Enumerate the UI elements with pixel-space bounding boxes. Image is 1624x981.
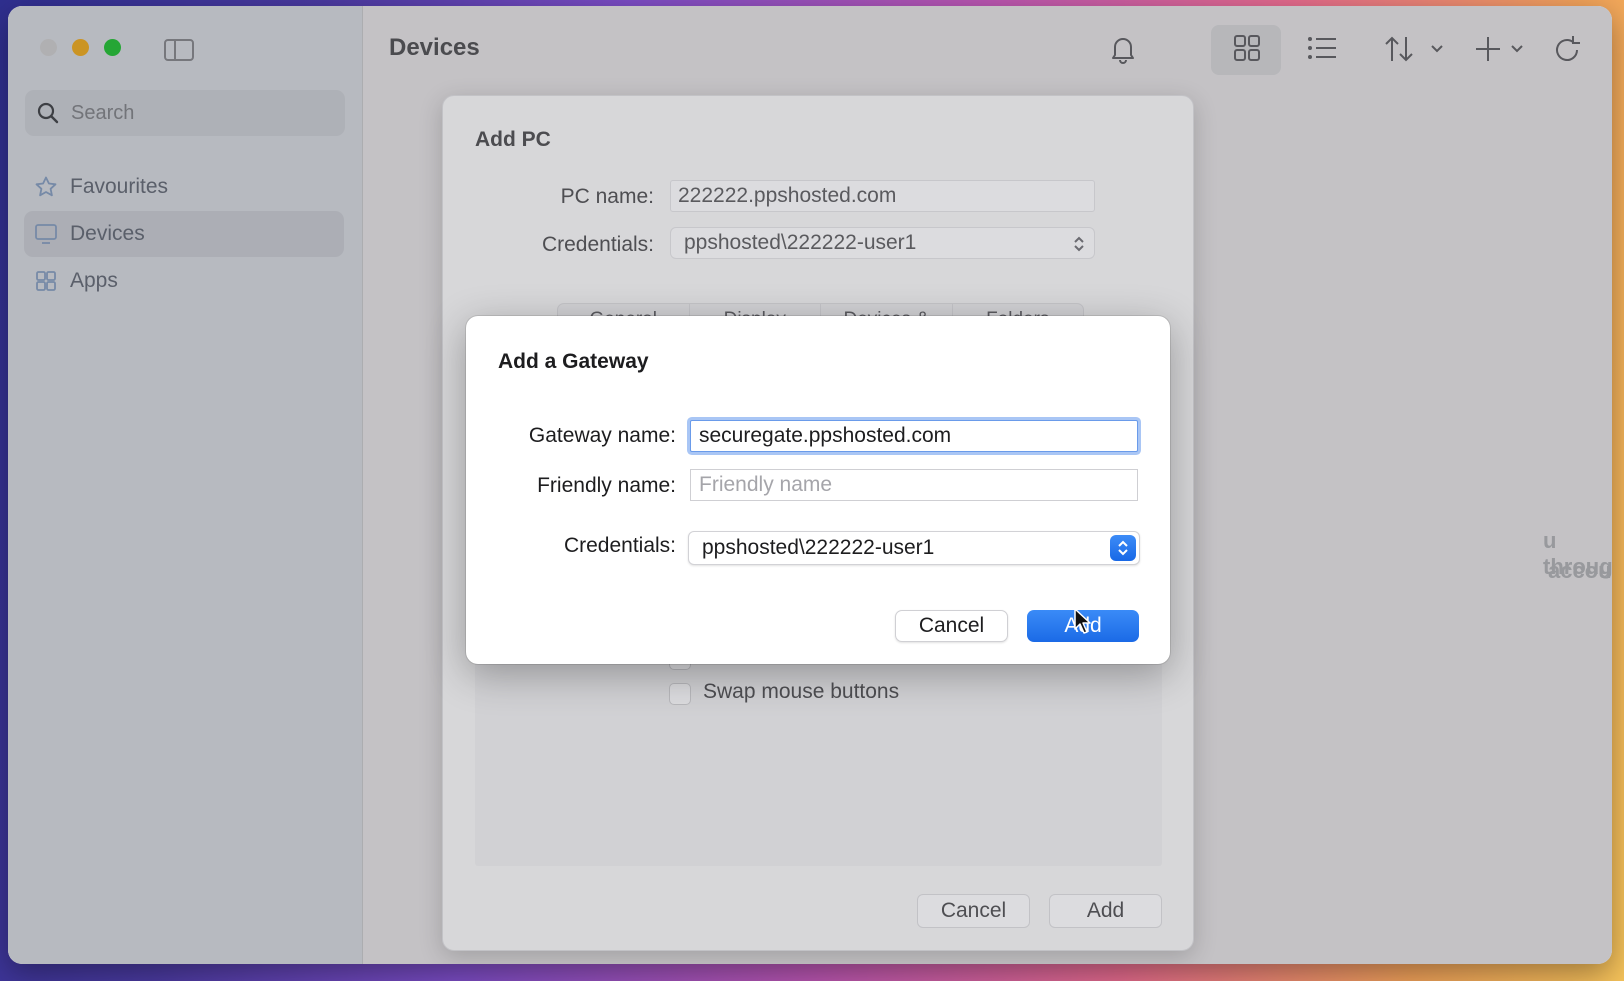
swap-mouse-label: Swap mouse buttons — [703, 680, 900, 703]
credentials-label: Credentials: — [563, 534, 676, 557]
chevron-updown-icon — [1074, 236, 1084, 252]
add-gateway-dialog: Add a Gateway Gateway name: Friendly nam… — [466, 316, 1170, 664]
sheet-title: Add PC — [475, 128, 551, 151]
friendly-name-label: Friendly name: — [537, 474, 676, 497]
credentials-label: Credentials: — [541, 233, 654, 256]
credentials-select[interactable]: ppshosted\222222-user1 — [670, 227, 1095, 259]
cancel-button[interactable]: Cancel — [895, 610, 1008, 642]
pc-name-label: PC name: — [560, 185, 654, 208]
friendly-name-input[interactable] — [690, 469, 1138, 501]
dialog-title: Add a Gateway — [498, 350, 649, 373]
credentials-value: ppshosted\222222-user1 — [702, 536, 935, 559]
credentials-value: ppshosted\222222-user1 — [684, 231, 917, 254]
pc-name-field[interactable]: 222222.ppshosted.com — [670, 180, 1095, 212]
gateway-name-input[interactable] — [690, 420, 1138, 452]
add-pc-add-button[interactable]: Add — [1049, 894, 1162, 928]
swap-mouse-checkbox[interactable] — [669, 683, 691, 705]
add-pc-cancel-button[interactable]: Cancel — [917, 894, 1030, 928]
chevron-updown-icon[interactable] — [1110, 535, 1136, 561]
app-window: Favourites Devices Apps Devices — [8, 6, 1612, 964]
gateway-name-label: Gateway name: — [528, 424, 676, 447]
mouse-pointer-icon — [1074, 608, 1092, 639]
credentials-select[interactable]: ppshosted\222222-user1 — [688, 531, 1140, 565]
